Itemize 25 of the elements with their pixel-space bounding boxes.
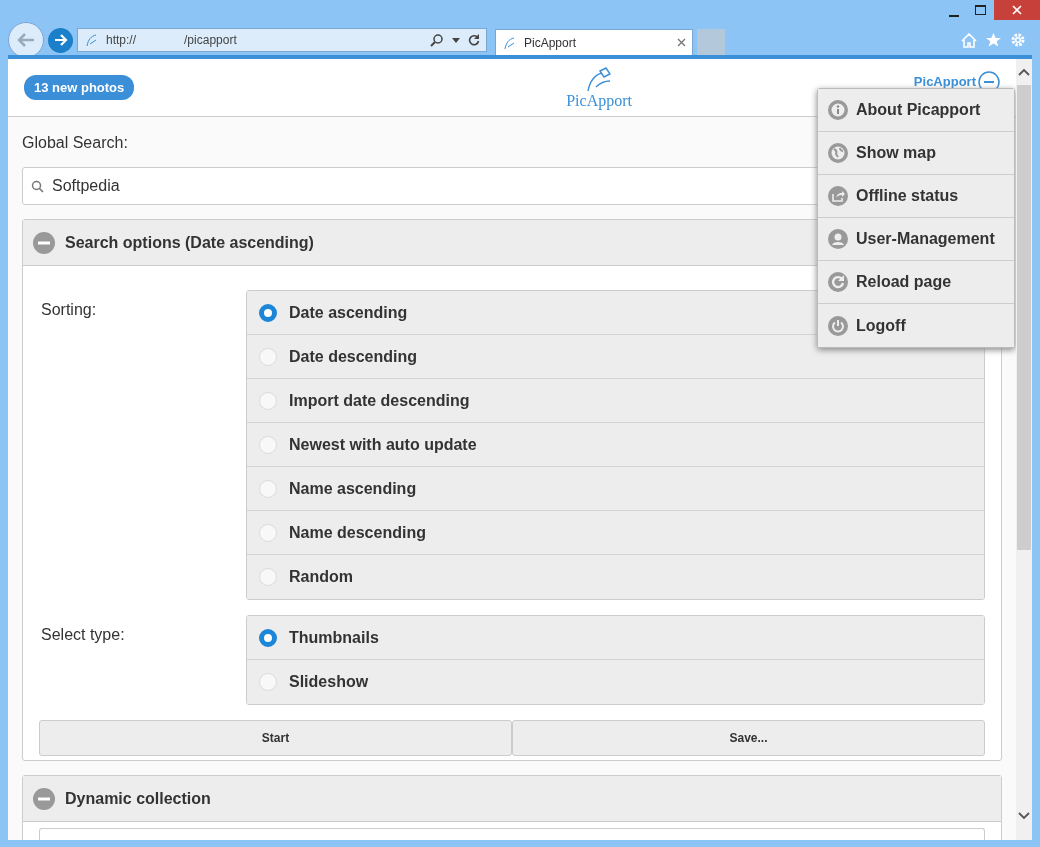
menu-item[interactable]: User-Management [818, 218, 1014, 261]
save-button[interactable]: Save... [512, 720, 985, 756]
logo-text: PicApport [566, 92, 632, 109]
radio-option[interactable]: Random [247, 555, 984, 599]
search-label: Global Search: [22, 133, 128, 153]
radio-option[interactable]: Name ascending [247, 467, 984, 511]
radio-option[interactable]: Newest with auto update [247, 423, 984, 467]
radio-option[interactable]: Name descending [247, 511, 984, 555]
menu-item[interactable]: Logoff [818, 304, 1014, 347]
radio-option[interactable]: Thumbnails [247, 616, 984, 660]
radio-option[interactable]: Import date descending [247, 379, 984, 423]
radio-option[interactable]: Date descending [247, 335, 984, 379]
field-label: Sorting: [41, 300, 98, 320]
panel-header[interactable]: Dynamic collection [23, 776, 1001, 822]
address-text: http:// [106, 32, 137, 49]
address-text: /picapport [184, 32, 237, 49]
menu-item[interactable]: About Picapport [818, 89, 1014, 132]
field-label: Select type: [41, 625, 126, 645]
menu-item[interactable]: Reload page [818, 261, 1014, 304]
menu-item[interactable]: Show map [818, 132, 1014, 175]
radio-option[interactable]: Slideshow [247, 660, 984, 704]
menu-item[interactable]: Offline status [818, 175, 1014, 218]
address-bar[interactable]: http:// /picapport [77, 28, 487, 52]
start-button[interactable]: Start [39, 720, 512, 756]
browser-tab[interactable]: PicApport [495, 29, 693, 55]
